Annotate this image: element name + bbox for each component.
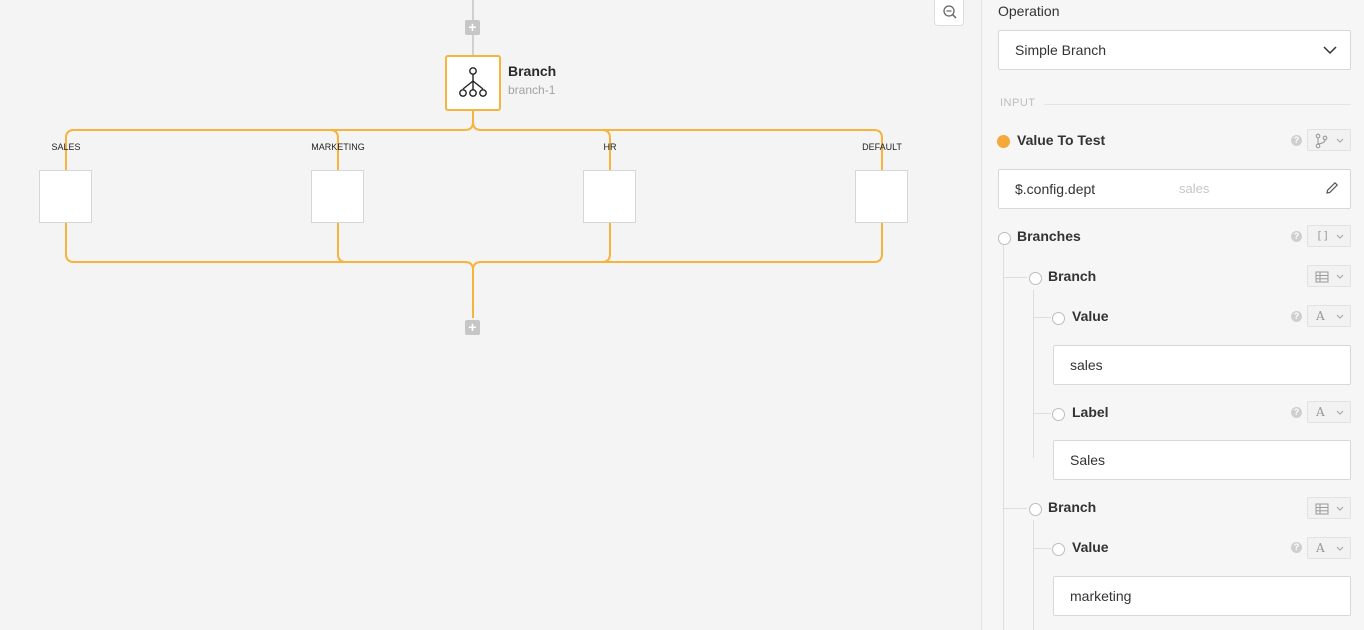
pencil-icon[interactable] (1324, 180, 1340, 196)
branch-value-input[interactable]: sales (1053, 345, 1351, 385)
value-dot (1052, 312, 1065, 325)
branch-value-type-button[interactable]: A (1307, 537, 1351, 559)
branch-item-type-button[interactable] (1307, 265, 1351, 287)
tree-line (1003, 245, 1004, 630)
branch-label-hr: HR (603, 142, 617, 152)
branch-value-type-button[interactable]: A (1307, 305, 1351, 327)
tree-line (1033, 520, 1034, 630)
branches-dot (998, 232, 1011, 245)
workflow-canvas[interactable]: + + Branch branch-1 SALES MARKETING HR D… (0, 0, 981, 630)
table-icon (1315, 503, 1329, 515)
branch-label-text: Sales (1070, 452, 1106, 468)
text-type-icon: A (1316, 405, 1325, 419)
operation-label: Operation (998, 3, 1060, 19)
status-dot (997, 135, 1010, 148)
node-title: Branch (508, 63, 557, 79)
branch-value-label: Value (1072, 539, 1109, 555)
array-icon: [] (1316, 229, 1330, 242)
operation-select[interactable]: Simple Branch (998, 30, 1351, 70)
branch-item-label: Branch (1048, 499, 1097, 515)
value-to-test-label: Value To Test (1017, 132, 1106, 148)
branch-slot-hr[interactable] (583, 170, 636, 223)
branch-slot-default[interactable] (855, 170, 908, 223)
value-to-test-value: $.config.dept (1015, 181, 1096, 197)
text-type-icon: A (1316, 541, 1325, 555)
tree-line (1033, 413, 1051, 414)
properties-panel: Operation Simple Branch INPUT Value To T… (981, 0, 1364, 630)
branch-value-input[interactable]: marketing (1053, 576, 1351, 616)
help-icon[interactable]: ? (1291, 231, 1302, 242)
add-step-bottom-button[interactable]: + (465, 320, 480, 335)
branches-label: Branches (1017, 228, 1081, 244)
tree-line (1033, 290, 1034, 458)
node-subtitle: branch-1 (508, 83, 556, 97)
text-type-icon: A (1316, 309, 1325, 323)
branch-item-label: Branch (1048, 268, 1097, 284)
value-to-test-type-button[interactable] (1307, 129, 1351, 151)
branch-item-type-button[interactable] (1307, 497, 1351, 519)
branch-label-marketing: MARKETING (311, 142, 365, 152)
branch-slot-marketing[interactable] (311, 170, 364, 223)
help-icon[interactable]: ? (1291, 311, 1302, 322)
branch-item-dot (1029, 272, 1042, 285)
zoom-out-button[interactable] (934, 0, 964, 26)
chevron-down-icon (1323, 46, 1337, 55)
branch-label-input[interactable]: Sales (1053, 440, 1351, 480)
branch-item-dot (1029, 503, 1042, 516)
operation-value: Simple Branch (1015, 42, 1107, 58)
chevron-down-icon (1336, 506, 1344, 511)
tree-line (1033, 548, 1051, 549)
tree-line (1003, 508, 1027, 509)
branch-slot-sales[interactable] (39, 170, 92, 223)
value-dot (1052, 543, 1065, 556)
branch-value-text: marketing (1070, 588, 1132, 604)
value-to-test-preview: sales (1179, 181, 1210, 196)
chevron-down-icon (1336, 138, 1344, 143)
add-step-top-button[interactable]: + (465, 20, 480, 35)
branch-label-default: DEFAULT (862, 142, 902, 152)
git-branch-icon (1315, 133, 1328, 149)
zoom-out-icon (943, 5, 957, 19)
section-input: INPUT (1000, 97, 1036, 109)
chevron-down-icon (1336, 234, 1344, 239)
branch-label-label: Label (1072, 404, 1109, 420)
branch-value-label: Value (1072, 308, 1109, 324)
plus-icon: + (468, 319, 477, 335)
branch-label-sales: SALES (51, 142, 81, 152)
branch-label-type-button[interactable]: A (1307, 401, 1351, 423)
branches-type-button[interactable]: [] (1307, 225, 1351, 247)
help-icon[interactable]: ? (1291, 407, 1302, 418)
chevron-down-icon (1336, 274, 1344, 279)
tree-line (1033, 317, 1051, 318)
chevron-down-icon (1336, 546, 1344, 551)
branch-node[interactable] (445, 55, 501, 111)
help-icon[interactable]: ? (1291, 135, 1302, 146)
value-to-test-input[interactable]: $.config.dept sales (998, 169, 1351, 209)
help-icon[interactable]: ? (1291, 542, 1302, 553)
branch-value-text: sales (1070, 357, 1103, 373)
chevron-down-icon (1336, 410, 1344, 415)
plus-icon: + (468, 19, 477, 35)
table-icon (1315, 271, 1329, 283)
branch-tree-icon (459, 67, 487, 97)
tree-line (1003, 277, 1027, 278)
label-dot (1052, 408, 1065, 421)
chevron-down-icon (1336, 314, 1344, 319)
section-divider (1044, 104, 1351, 105)
